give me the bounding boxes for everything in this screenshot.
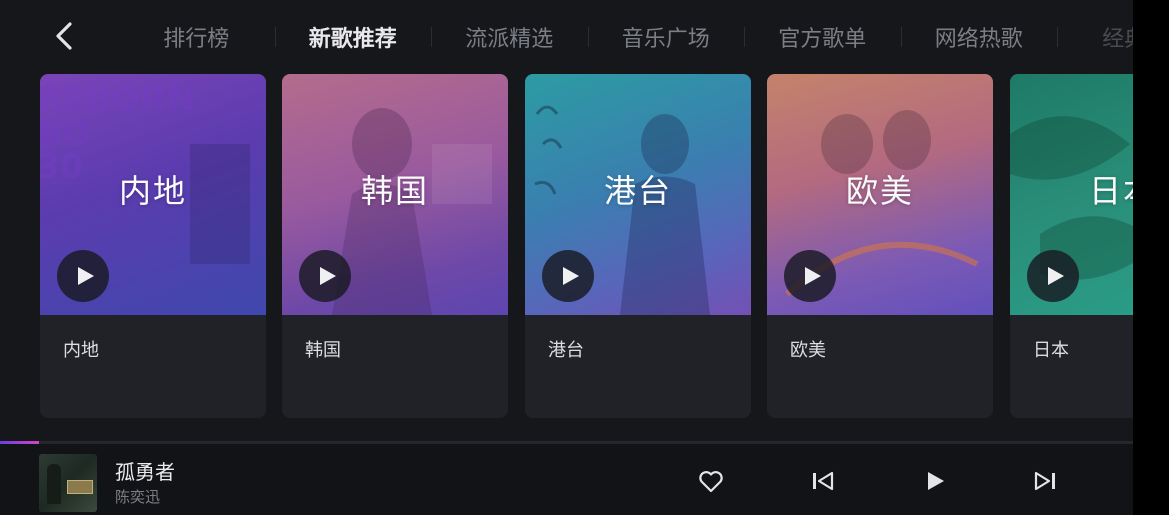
play-icon[interactable] xyxy=(299,250,351,302)
playlist-card-japan[interactable]: 日本 日本 xyxy=(1010,74,1133,418)
screen-edge xyxy=(1133,0,1169,515)
playlist-cards: REBORN BO 30 内地 内地 韩国 韩国 港台 港台 欧美 欧美 日 日… xyxy=(0,74,1133,420)
playlist-card-hk-tw[interactable]: 港台 港台 xyxy=(525,74,751,418)
playlist-cover: REBORN BO 30 内地 xyxy=(40,74,266,315)
playlist-card-mainland[interactable]: REBORN BO 30 内地 内地 xyxy=(40,74,266,418)
tab-official-playlists[interactable]: 官方歌单 xyxy=(744,21,901,53)
heart-icon[interactable] xyxy=(696,466,726,496)
tab-classics[interactable]: 经典老 xyxy=(1057,21,1133,53)
song-artist: 陈奕迅 xyxy=(115,488,161,506)
card-label: 日本 xyxy=(1033,340,1069,361)
playlist-cover: 港台 xyxy=(525,74,751,315)
cover-title: 日本 xyxy=(1088,172,1133,210)
cover-title: 内地 xyxy=(118,172,187,210)
playlist-cover: 欧美 xyxy=(767,74,993,315)
play-icon[interactable] xyxy=(920,466,950,496)
album-art[interactable] xyxy=(39,454,97,512)
playlist-cover: 韩国 xyxy=(282,74,508,315)
svg-text:REBORN: REBORN xyxy=(40,79,195,119)
tab-new-songs[interactable]: 新歌推荐 xyxy=(274,21,432,53)
cover-title: 港台 xyxy=(603,172,672,210)
category-tabs: 排行榜 新歌推荐 流派精选 音乐广场 官方歌单 网络热歌 经典老 xyxy=(118,0,1133,74)
playlist-card-korea[interactable]: 韩国 韩国 xyxy=(282,74,508,418)
card-label: 欧美 xyxy=(790,340,826,361)
mini-player: 孤勇者 陈奕迅 xyxy=(0,444,1133,515)
playlist-cover: 日本 xyxy=(1010,74,1133,315)
play-icon[interactable] xyxy=(57,250,109,302)
tab-genres[interactable]: 流派精选 xyxy=(431,21,588,53)
chevron-left-icon[interactable] xyxy=(50,18,80,54)
song-title[interactable]: 孤勇者 xyxy=(115,456,175,485)
card-label: 韩国 xyxy=(305,340,341,361)
tab-charts[interactable]: 排行榜 xyxy=(118,21,275,53)
skip-previous-icon[interactable] xyxy=(808,466,838,496)
tab-music-square[interactable]: 音乐广场 xyxy=(587,21,745,53)
play-icon[interactable] xyxy=(542,250,594,302)
top-nav: 排行榜 新歌推荐 流派精选 音乐广场 官方歌单 网络热歌 经典老 xyxy=(0,0,1133,74)
tab-web-hits[interactable]: 网络热歌 xyxy=(900,21,1058,53)
skip-next-icon[interactable] xyxy=(1030,466,1060,496)
play-icon[interactable] xyxy=(784,250,836,302)
card-label: 内地 xyxy=(63,340,99,361)
card-label: 港台 xyxy=(548,340,584,361)
playlist-card-western[interactable]: 欧美 欧美 xyxy=(767,74,993,418)
cover-title: 欧美 xyxy=(845,172,914,210)
cover-title: 韩国 xyxy=(360,172,429,210)
play-icon[interactable] xyxy=(1027,250,1079,302)
